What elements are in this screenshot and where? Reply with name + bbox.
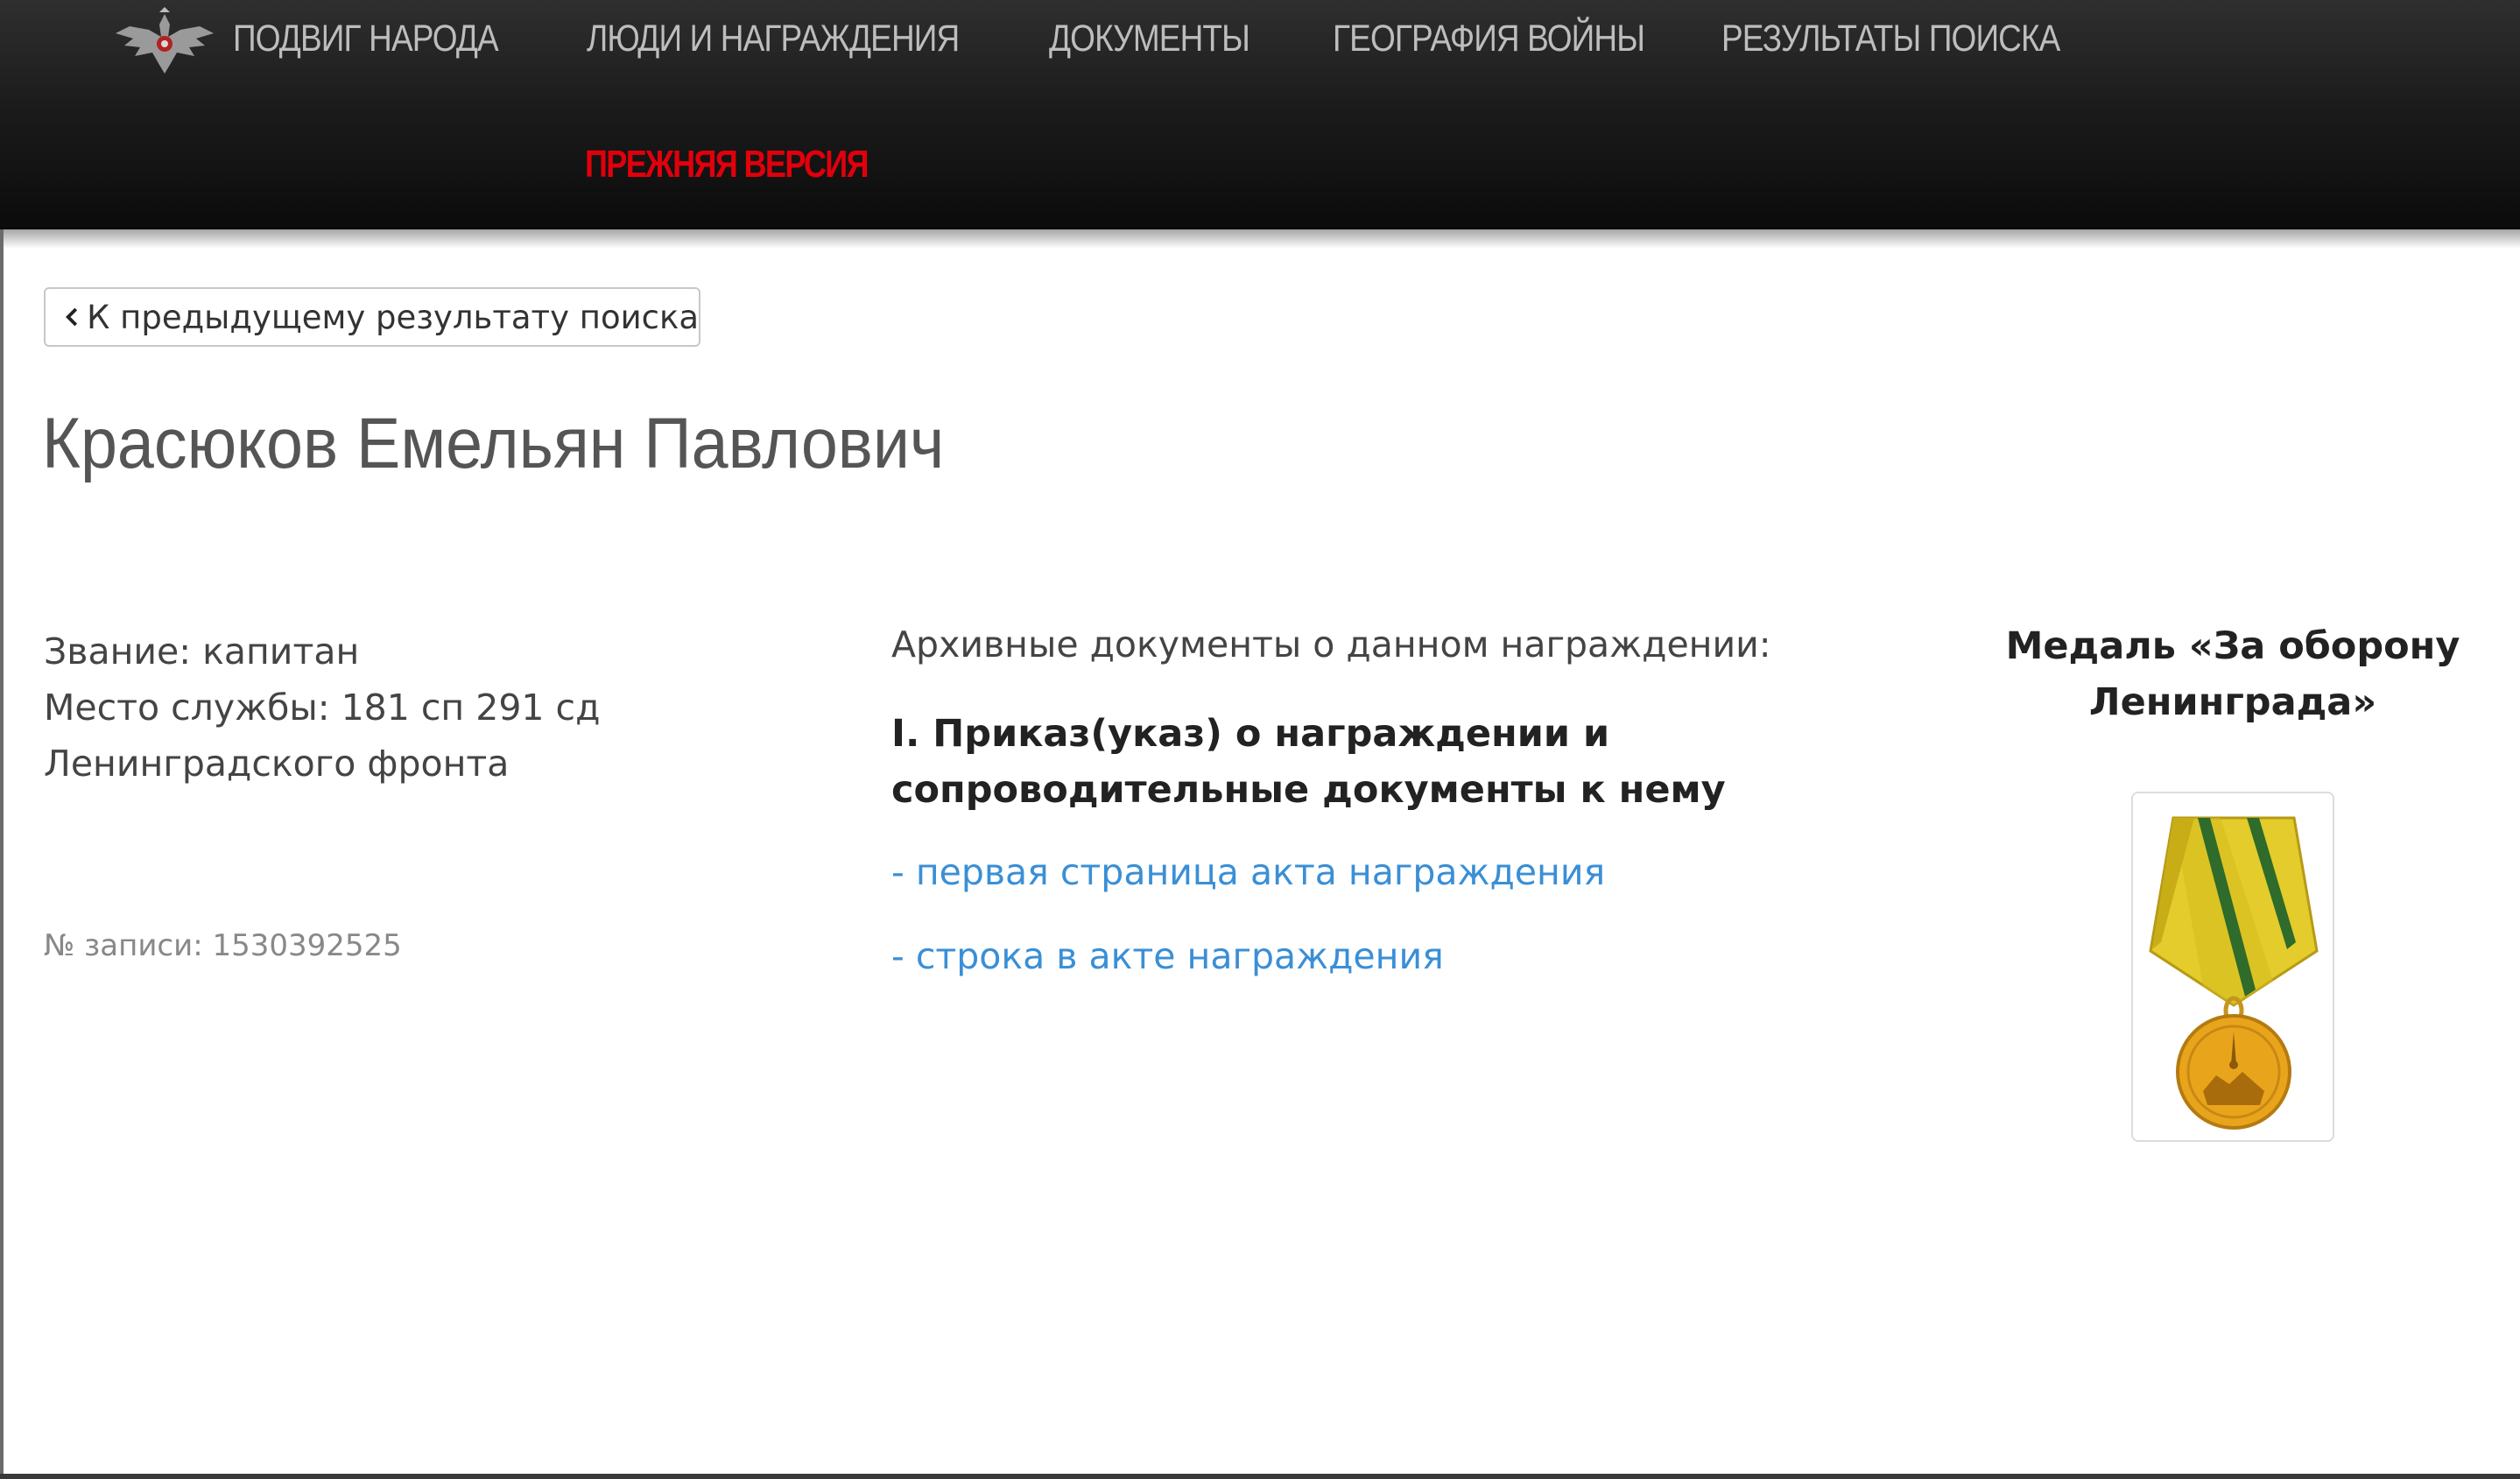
top-navigation-bar: ПОДВИГ НАРОДА ЛЮДИ И НАГРАЖДЕНИЯ ДОКУМЕН… bbox=[0, 0, 2520, 229]
medal-icon bbox=[2149, 816, 2319, 1130]
record-number: № записи: 1530392525 bbox=[44, 928, 402, 963]
service-place-line2: Ленинградского фронта bbox=[44, 743, 510, 785]
header-shadow bbox=[0, 229, 2520, 249]
award-title-line1: Медаль «За оборону bbox=[2005, 624, 2460, 668]
order-section-heading: I. Приказ(указ) о награждении и сопровод… bbox=[891, 706, 1811, 818]
nav-item-documents[interactable]: ДОКУМЕНТЫ bbox=[1049, 12, 1250, 65]
chevron-left-icon bbox=[66, 307, 78, 327]
window-left-border bbox=[0, 229, 4, 1479]
nav-item-people-awards[interactable]: ЛЮДИ И НАГРАЖДЕНИЯ bbox=[587, 12, 960, 65]
back-button-label: К предыдущему результату поиска bbox=[87, 298, 699, 336]
back-to-search-button[interactable]: К предыдущему результату поиска bbox=[44, 287, 700, 347]
nav-item-podvig-naroda[interactable]: ПОДВИГ НАРОДА bbox=[233, 12, 499, 65]
nav-item-war-geography[interactable]: ГЕОГРАФИЯ ВОЙНЫ bbox=[1333, 12, 1645, 65]
old-version-link[interactable]: ПРЕЖНЯЯ ВЕРСИЯ bbox=[585, 140, 869, 189]
window-bottom-border bbox=[0, 1474, 2520, 1479]
first-page-award-act-link[interactable]: - первая страница акта награждения bbox=[891, 851, 1605, 893]
order-section-line1: I. Приказ(указ) о награждении и bbox=[891, 712, 1610, 756]
award-title: Медаль «За оборону Ленинграда» bbox=[1935, 618, 2520, 730]
person-name-title: Красюков Емельян Павлович bbox=[42, 404, 945, 483]
order-section-line2: сопроводительные документы к нему bbox=[891, 768, 1726, 812]
rank-text: Звание: капитан bbox=[44, 630, 360, 673]
line-in-award-act-link[interactable]: - строка в акте награждения bbox=[891, 935, 1444, 977]
archive-documents-heading: Архивные документы о данном награждении: bbox=[891, 623, 1771, 666]
nav-item-search-results[interactable]: РЕЗУЛЬТАТЫ ПОИСКА bbox=[1721, 12, 2060, 65]
service-place-line1: Место службы: 181 сп 291 сд bbox=[44, 687, 601, 729]
medal-image-card[interactable] bbox=[2131, 792, 2334, 1142]
award-title-line2: Ленинграда» bbox=[2088, 680, 2377, 724]
eagle-emblem-icon[interactable] bbox=[116, 7, 214, 75]
